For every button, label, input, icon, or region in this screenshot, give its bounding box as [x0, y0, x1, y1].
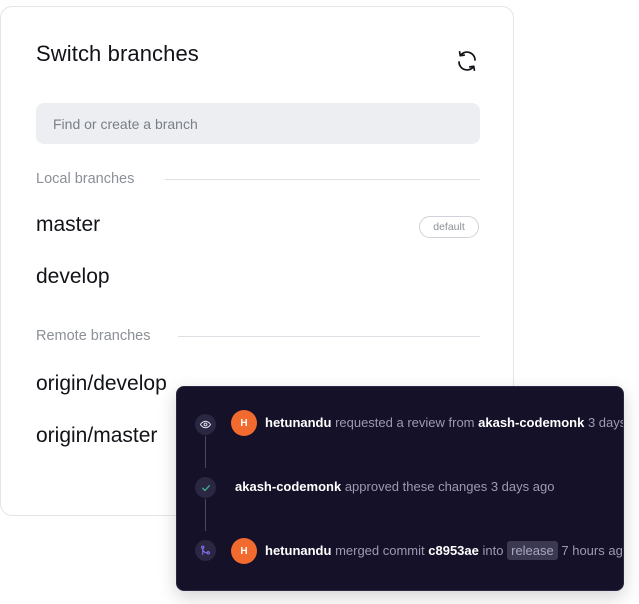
branch-search-input[interactable]: [36, 103, 480, 144]
refresh-icon: [458, 50, 476, 72]
event-into-word: into: [482, 543, 504, 558]
local-branches-divider: [165, 179, 480, 180]
event-time: 3 days ago: [587, 415, 624, 430]
merge-icon: [195, 540, 216, 561]
event-target[interactable]: akash-codemonk: [478, 415, 584, 430]
event-actor[interactable]: hetunandu: [265, 543, 331, 558]
avatar: H: [231, 538, 257, 564]
event-time: 7 hours ago: [561, 543, 624, 558]
activity-timeline-panel: H hetunandu requested a review from akas…: [176, 386, 624, 591]
event-actor[interactable]: hetunandu: [265, 415, 331, 430]
default-badge: default: [419, 216, 479, 238]
timeline-connector: [205, 436, 206, 468]
branch-tag[interactable]: release: [507, 541, 558, 560]
check-icon: [195, 477, 216, 498]
refresh-button[interactable]: [454, 48, 480, 74]
timeline-connector: [205, 499, 206, 531]
event-actor[interactable]: akash-codemonk: [235, 479, 341, 494]
event-time: 3 days ago: [490, 479, 555, 494]
card-title: Switch branches: [36, 41, 199, 66]
commit-hash[interactable]: c8953ae: [428, 543, 479, 558]
branch-item-origin-develop[interactable]: origin/develop: [36, 372, 167, 396]
branch-item-origin-master[interactable]: origin/master: [36, 424, 157, 448]
local-branches-label: Local branches: [36, 171, 135, 187]
review-request-event: hetunandu requested a review from akash-…: [265, 415, 624, 430]
eye-icon: [195, 414, 216, 435]
approval-event: akash-codemonk approved these changes 3 …: [235, 479, 554, 494]
avatar: H: [231, 410, 257, 436]
event-action: requested a review from: [335, 415, 475, 430]
event-action: approved these changes: [344, 479, 488, 494]
merge-event: hetunandu merged commit c8953ae into rel…: [265, 541, 624, 560]
branch-item-develop[interactable]: develop: [36, 265, 110, 289]
event-action: merged commit: [335, 543, 425, 558]
remote-branches-label: Remote branches: [36, 328, 151, 344]
remote-branches-divider: [178, 336, 480, 337]
branch-item-master[interactable]: master: [36, 213, 100, 237]
app-stage: Switch branches Local branches master de…: [0, 0, 639, 604]
